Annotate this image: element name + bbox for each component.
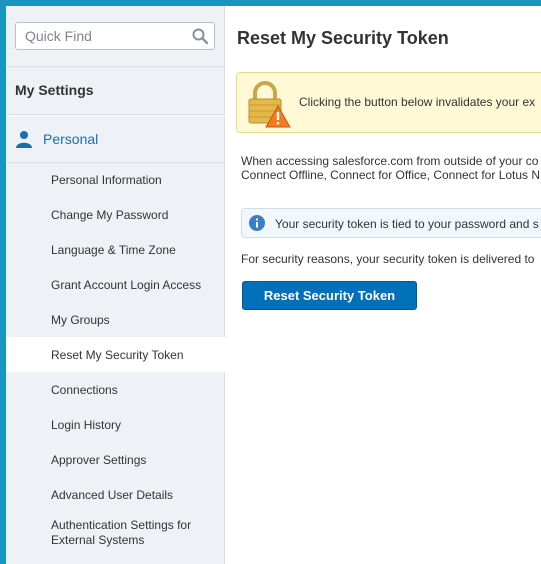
- info-icon: [249, 215, 265, 231]
- quick-find: [15, 22, 215, 50]
- section-title-my-settings: My Settings: [15, 82, 94, 98]
- app-frame: My Settings Personal Personal Informatio…: [6, 6, 541, 564]
- description-line: When accessing salesforce.com from outsi…: [241, 154, 539, 168]
- nav-item-change-my-password[interactable]: Change My Password: [6, 197, 225, 232]
- warning-message: Clicking the button below invalidates yo…: [236, 72, 541, 133]
- nav-item-reset-my-security-token[interactable]: Reset My Security Token: [6, 337, 225, 372]
- security-reason-text: For security reasons, your security toke…: [241, 252, 535, 266]
- sidebar-item-label: Personal: [43, 131, 99, 147]
- sidebar-item-personal[interactable]: Personal: [6, 116, 225, 162]
- nav-item-advanced-user-details[interactable]: Advanced User Details: [6, 477, 225, 512]
- nav-item-connections[interactable]: Connections: [6, 372, 225, 407]
- nav-item-approver-settings[interactable]: Approver Settings: [6, 442, 225, 477]
- lock-warning-icon: [248, 81, 291, 128]
- page-title: Reset My Security Token: [237, 28, 449, 48]
- quick-find-input[interactable]: [15, 22, 215, 50]
- description-text: When accessing salesforce.com from outsi…: [241, 154, 540, 182]
- personal-nav-list: Personal Information Change My Password …: [6, 162, 225, 554]
- nav-item-authentication-settings[interactable]: Authentication Settings for External Sys…: [6, 512, 225, 554]
- nav-item-grant-account-login-access[interactable]: Grant Account Login Access: [6, 267, 225, 302]
- search-icon[interactable]: [191, 27, 209, 45]
- nav-item-language-time-zone[interactable]: Language & Time Zone: [6, 232, 225, 267]
- sidebar-divider: [6, 66, 225, 67]
- reset-security-token-button[interactable]: Reset Security Token: [242, 281, 417, 310]
- warning-text: Clicking the button below invalidates yo…: [299, 95, 536, 109]
- description-line: Connect Offline, Connect for Office, Con…: [241, 168, 541, 182]
- nav-item-login-history[interactable]: Login History: [6, 407, 225, 442]
- person-icon: [16, 131, 32, 148]
- nav-item-my-groups[interactable]: My Groups: [6, 302, 225, 337]
- info-message: Your security token is tied to your pass…: [241, 208, 541, 238]
- nav-item-personal-information[interactable]: Personal Information: [6, 162, 225, 197]
- info-text: Your security token is tied to your pass…: [275, 217, 539, 231]
- sidebar: My Settings Personal Personal Informatio…: [6, 6, 225, 564]
- main-content: Reset My Security Token Clicking the but…: [226, 6, 541, 564]
